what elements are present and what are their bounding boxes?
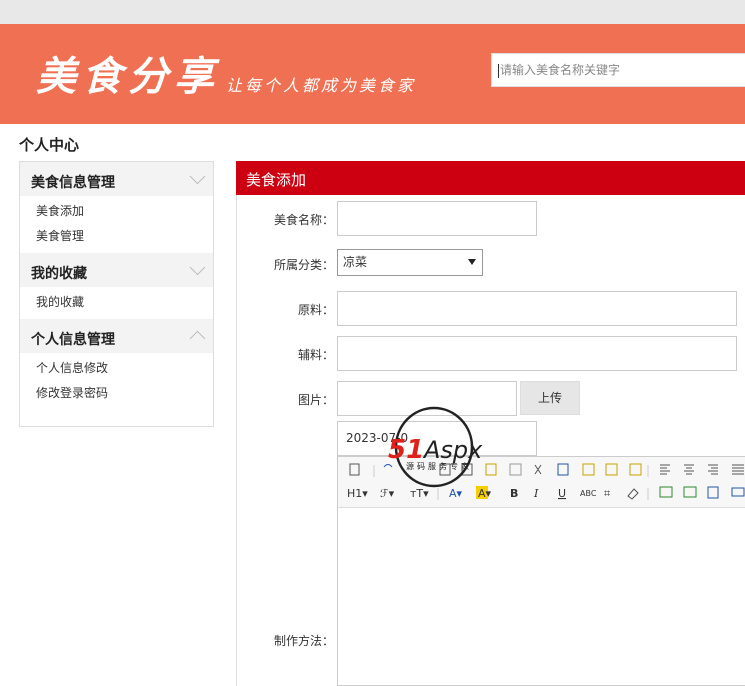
- paste-plain-icon: [605, 463, 618, 476]
- strikethrough-icon: ABC: [580, 489, 597, 498]
- watermark-sub: 源码服务专家: [406, 461, 472, 471]
- category-label: 所属分类：: [273, 258, 334, 272]
- name-label: 美食名称：: [273, 213, 334, 227]
- chevron-down-icon[interactable]: [189, 259, 206, 276]
- align-center-icon: [684, 464, 694, 475]
- sidebar-group-profile: 个人信息管理 个人信息修改 修改登录密码: [20, 319, 213, 400]
- site-banner: 美食分享 让每个人都成为美食家 请输入美食名称关键字: [0, 24, 745, 124]
- sidebar-group-header[interactable]: 我的收藏: [20, 253, 213, 287]
- sidebar: 美食信息管理 美食添加 美食管理 我的收藏 我的收藏 个人信息管理 个人信息修改…: [19, 161, 214, 427]
- sidebar-group-food-manage: 美食信息管理 美食添加 美食管理: [20, 162, 213, 243]
- sidebar-item-profile-edit[interactable]: 个人信息修改: [36, 359, 108, 376]
- eraser-icon: [627, 488, 639, 500]
- sidebar-item-food-manage[interactable]: 美食管理: [36, 227, 84, 244]
- cut-icon: [534, 464, 542, 475]
- ingredients-label: 原料：: [297, 303, 334, 317]
- upload-button[interactable]: 上传: [520, 381, 580, 415]
- category-selected-value: 凉菜: [343, 255, 368, 269]
- form-title: 美食添加: [246, 171, 307, 189]
- sidebar-group-title: 个人信息管理: [31, 332, 115, 348]
- category-select[interactable]: 凉菜: [337, 249, 483, 276]
- align-left-icon: [660, 464, 670, 475]
- media-icon: [707, 486, 719, 499]
- source-icon: [349, 463, 360, 476]
- sidebar-group-favorites: 我的收藏 我的收藏: [20, 253, 213, 309]
- sidebar-group-header[interactable]: 个人信息管理: [20, 319, 213, 353]
- italic-icon: I: [533, 487, 539, 500]
- form-header: 美食添加: [236, 161, 745, 195]
- align-justify-icon: [732, 464, 744, 475]
- accessories-input[interactable]: [337, 336, 737, 371]
- search-input[interactable]: 请输入美食名称关键字: [491, 53, 745, 87]
- ingredients-input[interactable]: [337, 291, 737, 326]
- heading-icon: H1▾: [347, 487, 368, 500]
- page-title: 个人中心: [19, 136, 80, 154]
- watermark-brand-suffix: Aspx: [422, 436, 483, 464]
- chevron-down-icon[interactable]: [189, 168, 206, 185]
- site-slogan: 让每个人都成为美食家: [226, 76, 417, 95]
- select-all-icon: [629, 463, 642, 476]
- chevron-up-icon[interactable]: [189, 330, 206, 347]
- dropdown-arrow-icon: [468, 259, 476, 265]
- sidebar-item-my-favorites[interactable]: 我的收藏: [36, 293, 84, 310]
- flash-icon: [683, 486, 697, 498]
- underline-icon: U: [558, 487, 566, 500]
- image-label: 图片：: [297, 393, 334, 407]
- site-logo[interactable]: 美食分享: [36, 44, 220, 102]
- sidebar-item-food-add[interactable]: 美食添加: [36, 202, 84, 219]
- image-icon: [659, 486, 673, 498]
- paste-word-icon: [582, 463, 595, 476]
- link-icon: [731, 487, 745, 497]
- copy-icon: [557, 463, 569, 476]
- sidebar-group-title: 美食信息管理: [31, 175, 115, 191]
- align-right-icon: [708, 464, 718, 475]
- method-label: 制作方法：: [273, 634, 334, 648]
- accessories-label: 辅料：: [297, 348, 334, 362]
- name-input[interactable]: [337, 201, 537, 236]
- watermark-logo: 51 Aspx 源码服务专家: [388, 406, 483, 488]
- browser-top-strip: [0, 0, 745, 24]
- table-icon: ⌗: [604, 487, 610, 500]
- sidebar-item-change-password[interactable]: 修改登录密码: [36, 384, 108, 401]
- sidebar-group-title: 我的收藏: [31, 266, 87, 282]
- watermark-brand-prefix: 51: [388, 435, 424, 465]
- sidebar-group-header[interactable]: 美食信息管理: [20, 162, 213, 196]
